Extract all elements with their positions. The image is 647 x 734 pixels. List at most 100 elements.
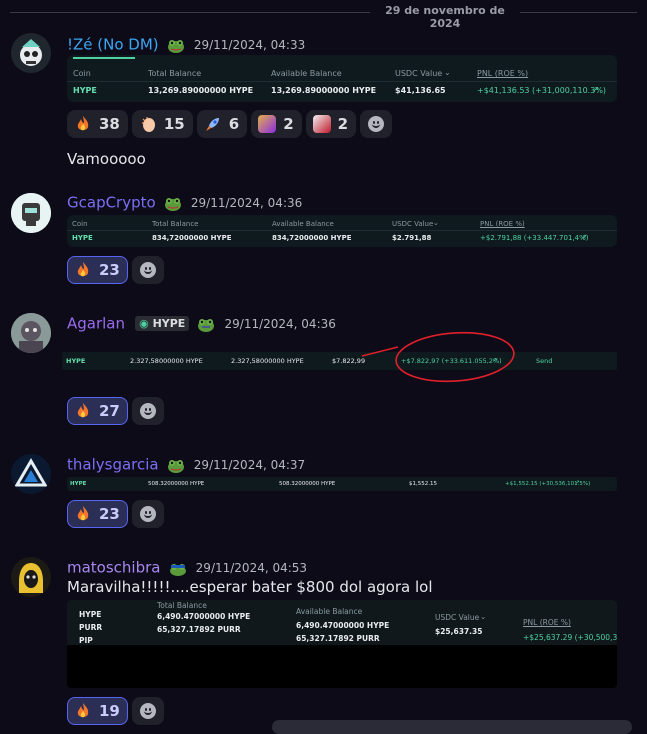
timestamp: 29/11/2024, 04:37 [193,457,306,472]
reaction-bar: 38 15 6 2 2 [67,110,393,140]
message-header: Agarlan ◉ HYPE 29/11/2024, 04:36 [67,313,336,333]
available-balance-cell: 65,327.17892 PURR [296,634,380,643]
table-header: USDC Value [395,69,443,78]
reaction-count: 19 [99,702,120,720]
table-header: USDC Value [435,613,480,622]
total-balance-cell: 2.327,58000000 HYPE [130,357,203,365]
message-header: matoschibra 29/11/2024, 04:53 [67,557,307,577]
smile-icon [368,116,385,132]
table-header: PNL (ROE %) [477,69,529,78]
frog-icon [164,196,182,211]
balance-table-image[interactable]: Total Balance Available Balance USDC Val… [67,600,617,688]
usdc-value-cell: $25,637.35 [435,627,483,636]
fire-icon [74,505,92,523]
coin-cell: PURR [79,623,103,632]
balance-table-image[interactable]: Coin Total Balance Available Balance USD… [67,55,617,102]
coin-cell: HYPE [70,481,87,487]
add-reaction-button[interactable] [131,500,164,528]
custom-emoji-icon [312,115,331,133]
message-text: Vamooooo [67,150,146,168]
usdc-value-cell: $2.791,88 [392,234,432,242]
frog-icon [197,317,215,332]
avatar[interactable] [11,193,51,233]
date-divider-label: 29 de novembro de 2024 [385,4,505,30]
available-balance-cell: 834,72000000 HYPE [272,234,352,242]
custom-emoji-icon [258,115,277,133]
avatar[interactable] [11,33,51,73]
fire-icon [74,702,92,720]
total-balance-cell: 508.32000000 HYPE [148,481,205,487]
add-reaction-button[interactable] [360,110,393,138]
timestamp: 29/11/2024, 04:36 [224,316,336,331]
reaction-fire[interactable]: 23 [67,500,128,528]
usdc-value-cell: $7.822,99 [332,357,366,365]
balance-table-image[interactable]: HYPE 508.32000000 HYPE 508.32000000 HYPE… [67,477,617,491]
table-header: PNL (ROE %) [523,618,571,627]
rocket-icon [204,115,222,133]
tag-label: HYPE [152,317,186,330]
reaction-bar: 19 [67,697,164,727]
table-header: USDC Value [392,220,434,228]
smile-icon [139,403,156,419]
drop-icon: ◉ [139,317,149,330]
external-link-icon: ↗ [575,480,580,486]
balance-table-image[interactable]: HYPE 2.327,58000000 HYPE 2.327,58000000 … [62,352,617,370]
reaction-fire[interactable]: 19 [67,697,128,725]
table-header: Available Balance [296,607,363,616]
reaction-fire[interactable]: 23 [67,256,128,284]
frog-icon [169,561,187,576]
table-header: Total Balance [152,220,199,228]
username[interactable]: !Zé (No DM) [67,36,159,54]
send-link[interactable]: Send [536,357,552,365]
reaction-custom-b[interactable]: 2 [305,110,357,138]
total-balance-cell: 13,269.89000000 HYPE [148,86,254,95]
smile-icon [139,506,156,522]
usdc-value-cell: $41,136.65 [395,86,446,95]
reaction-count: 2 [283,115,294,133]
reaction-count: 23 [99,505,120,523]
avatar[interactable] [11,557,51,597]
add-reaction-button[interactable] [131,697,164,725]
coin-cell: HYPE [79,610,102,619]
reaction-count: 2 [337,115,349,133]
smile-icon [139,262,156,278]
total-balance-cell: 65,327.17892 PURR [157,625,241,634]
timestamp: 29/11/2024, 04:53 [195,560,308,575]
add-reaction-button[interactable] [131,397,164,425]
server-tag[interactable]: ◉ HYPE [135,316,190,331]
frog-icon [167,38,185,53]
available-balance-cell: 508.32000000 HYPE [279,481,336,487]
table-header: Total Balance [148,69,202,78]
username[interactable]: Agarlan [67,315,125,333]
table-header: PNL (ROE %) [480,220,525,228]
add-reaction-button[interactable] [131,256,164,284]
reaction-clap[interactable]: 15 [131,110,193,138]
frog-icon [167,458,185,473]
avatar[interactable] [11,454,51,494]
balance-table-image[interactable]: Coin Total Balance Available Balance USD… [67,215,617,247]
reaction-rocket[interactable]: 6 [196,110,248,138]
fire-icon [74,261,92,279]
table-header: Coin [73,69,91,78]
reaction-fire[interactable]: 27 [67,397,128,425]
pnl-cell: +$25,637.29 (+30,500,326.0 [523,633,617,642]
available-balance-cell: 13,269.89000000 HYPE [271,86,377,95]
reaction-fire[interactable]: 38 [67,110,128,138]
message-header: thalysgarcia 29/11/2024, 04:37 [67,454,305,474]
reaction-count: 27 [99,402,120,420]
username[interactable]: GcapCrypto [67,194,156,212]
date-divider: 29 de novembro de 2024 [0,4,647,30]
username[interactable]: matoschibra [67,559,160,577]
chevron-down-icon: ⌄ [444,68,451,77]
reaction-bar: 23 [67,500,164,530]
reaction-count: 15 [163,115,185,133]
message-input-bar[interactable] [272,720,632,734]
username[interactable]: thalysgarcia [67,456,159,474]
avatar[interactable] [11,313,51,353]
reaction-custom-a[interactable]: 2 [251,110,302,138]
reaction-count: 38 [99,115,120,133]
coin-cell: HYPE [72,234,93,242]
coin-cell: PIP [79,636,93,645]
total-balance-cell: 6,490.47000000 HYPE [157,612,251,621]
reaction-bar: 23 [67,256,164,286]
